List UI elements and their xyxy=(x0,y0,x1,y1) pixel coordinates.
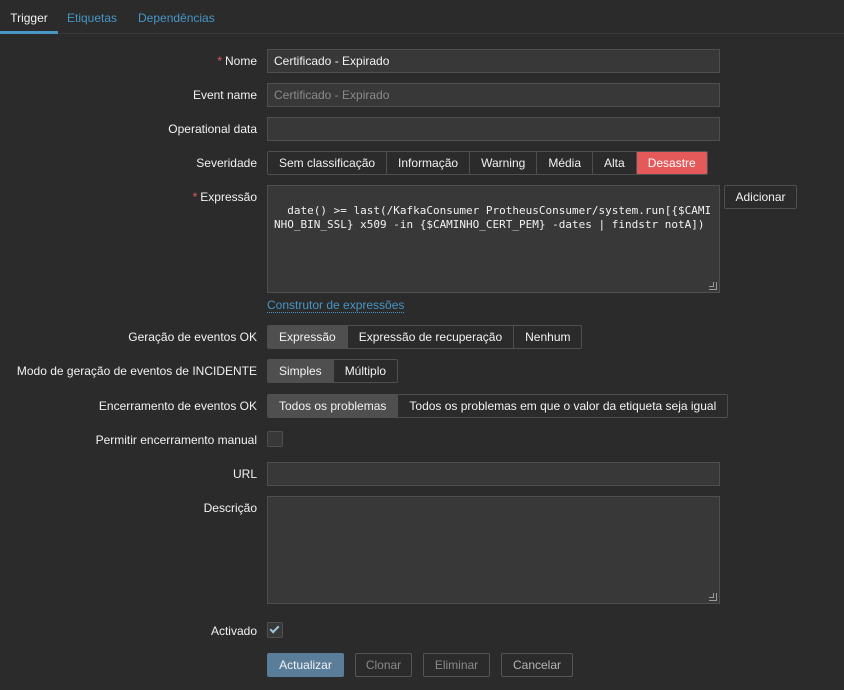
tab-bar: Trigger Etiquetas Dependências xyxy=(0,0,844,34)
name-input[interactable]: Certificado - Expirado xyxy=(267,49,720,73)
ok-closes-tag-match[interactable]: Todos os problemas em que o valor da eti… xyxy=(398,395,728,417)
problem-mode-label: Modo de geração de eventos de INCIDENTE xyxy=(16,364,257,378)
severity-selector: Sem classificação Informação Warning Méd… xyxy=(267,151,708,175)
operational-data-input[interactable] xyxy=(267,117,720,141)
ok-closes-all-problems[interactable]: Todos os problemas xyxy=(268,395,399,417)
update-button[interactable]: Actualizar xyxy=(267,653,344,677)
ok-event-closes-label: Encerramento de eventos OK xyxy=(98,399,257,413)
expression-builder-link[interactable]: Construtor de expressões xyxy=(267,298,405,313)
problem-mode-multiple[interactable]: Múltiplo xyxy=(333,360,398,382)
expression-label-text: Expressão xyxy=(200,190,257,204)
problem-mode-single[interactable]: Simples xyxy=(268,360,334,382)
required-asterisk: * xyxy=(192,190,198,204)
name-label-text: Nome xyxy=(224,54,257,68)
url-input[interactable] xyxy=(267,462,720,486)
check-icon xyxy=(269,623,280,634)
delete-button[interactable]: Eliminar xyxy=(423,653,490,677)
expression-value: date() >= last(/KafkaConsumer ProtheusCo… xyxy=(274,204,712,231)
enabled-checkbox[interactable] xyxy=(267,622,283,638)
clone-button[interactable]: Clonar xyxy=(355,653,412,677)
operational-data-label: Operational data xyxy=(168,122,257,136)
add-expression-button[interactable]: Adicionar xyxy=(724,185,797,209)
event-name-input[interactable]: Certificado - Expirado xyxy=(267,83,720,107)
url-label: URL xyxy=(232,467,257,481)
enabled-label: Activado xyxy=(210,624,257,638)
tab-trigger[interactable]: Trigger xyxy=(0,0,58,34)
ok-event-none[interactable]: Nenhum xyxy=(514,326,582,348)
ok-event-generation-selector: Expressão Expressão de recuperação Nenhu… xyxy=(267,325,583,349)
severity-information[interactable]: Informação xyxy=(387,152,471,174)
severity-not-classified[interactable]: Sem classificação xyxy=(268,152,388,174)
tab-dependencias[interactable]: Dependências xyxy=(138,0,215,34)
manual-close-label: Permitir encerramento manual xyxy=(95,433,257,447)
ok-event-expression[interactable]: Expressão xyxy=(268,326,348,348)
severity-high[interactable]: Alta xyxy=(593,152,637,174)
name-label: * Nome xyxy=(217,54,257,68)
severity-average[interactable]: Média xyxy=(537,152,594,174)
description-label: Descrição xyxy=(203,501,257,515)
severity-warning[interactable]: Warning xyxy=(470,152,538,174)
cancel-button[interactable]: Cancelar xyxy=(501,653,573,677)
expression-label: * Expressão xyxy=(193,190,257,204)
ok-event-closes-selector: Todos os problemas Todos os problemas em… xyxy=(267,394,729,418)
ok-event-recovery-expression[interactable]: Expressão de recuperação xyxy=(347,326,515,348)
problem-mode-selector: Simples Múltiplo xyxy=(267,359,399,383)
required-asterisk: * xyxy=(217,54,222,68)
severity-disaster[interactable]: Desastre xyxy=(636,152,707,174)
severity-label: Severidade xyxy=(196,156,257,170)
expression-textarea[interactable]: date() >= last(/KafkaConsumer ProtheusCo… xyxy=(267,185,720,293)
tab-etiquetas[interactable]: Etiquetas xyxy=(67,0,117,34)
event-name-label: Event name xyxy=(192,88,257,102)
resize-grip-icon[interactable] xyxy=(709,593,717,601)
manual-close-checkbox[interactable] xyxy=(267,431,283,447)
resize-grip-icon[interactable] xyxy=(709,282,717,290)
description-textarea[interactable] xyxy=(267,496,720,604)
ok-event-generation-label: Geração de eventos OK xyxy=(128,330,257,344)
